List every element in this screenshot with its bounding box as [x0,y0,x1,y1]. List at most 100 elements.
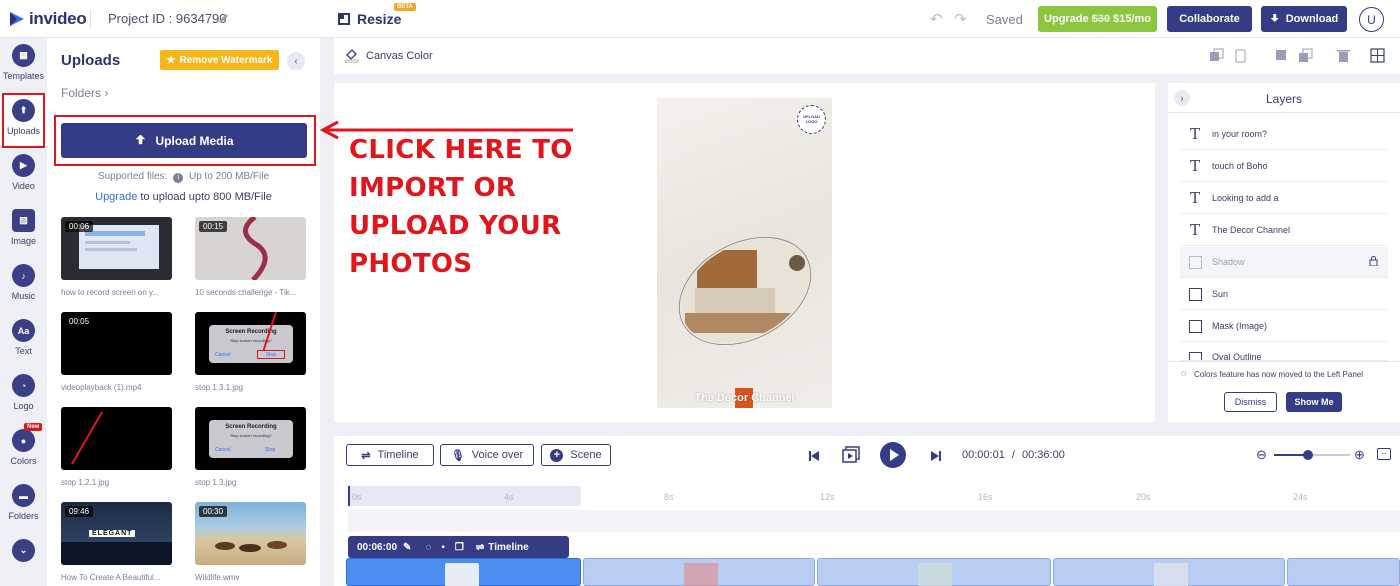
rail-item-music[interactable]: ♪ Music [0,258,47,310]
scene-duration: 00:06:00 [357,541,398,553]
resize-button[interactable]: Resize [338,11,401,27]
scene-timeline-label[interactable]: Timeline [488,542,528,553]
zoom-slider-handle[interactable] [1303,450,1313,460]
info-icon: i [173,173,184,183]
rail-item-folders[interactable]: ▬ Folders [0,478,47,530]
trash-icon[interactable] [1336,48,1351,63]
new-badge: New [24,423,43,431]
media-thumbnail[interactable]: 00:15 [195,217,306,280]
thumb-elegant-text: ELEGANT [89,530,136,537]
bring-forward-icon[interactable] [1274,48,1289,63]
layer-item[interactable]: Oval Outline [1180,343,1388,361]
layer-item[interactable]: T in your room? [1180,119,1388,150]
layer-item[interactable]: T Looking to add a [1180,183,1388,214]
upgrade-link[interactable]: Upgrade [95,191,137,203]
scene-clip[interactable] [1053,558,1285,586]
folders-label: Folders [61,86,102,100]
edit-duration-icon[interactable]: ✎ [403,542,411,553]
edit-pencil-icon[interactable] [218,12,230,24]
callout-line: UPLOAD YOUR [349,211,562,241]
rail-expand[interactable]: ⌄ [0,533,47,585]
media-thumbnail[interactable]: 00:30 [195,502,306,565]
canvas-color-button[interactable]: Canvas Color [344,48,433,63]
scene-clip[interactable] [1287,558,1400,586]
download-icon [1270,14,1279,22]
scene-clip[interactable] [583,558,815,586]
duplicate-scene-icon[interactable]: ❐ [455,542,464,553]
zoom-out-icon[interactable]: ⊖ [1256,447,1267,463]
chevron-down-icon: ⌄ [12,539,35,562]
upgrade-button[interactable]: Upgrade $30 $15/mo [1038,6,1157,32]
transition-icon[interactable]: ◌ [425,542,431,553]
layer-label: Mask (Image) [1212,321,1268,331]
delete-scene-icon[interactable]: ▪ [441,542,445,553]
ruler-tick: 12s [820,492,835,502]
timeline-icon: ⇌ [361,449,371,462]
folders-link[interactable]: Folders › [61,86,108,100]
rail-item-video[interactable]: ▶ Video [0,148,47,200]
scene-clip[interactable] [817,558,1051,586]
thumb-caption: 10 seconds challenge - Tik... [195,288,297,297]
redo-icon[interactable]: ↷ [954,10,967,28]
layer-label: Looking to add a [1212,193,1279,203]
layers-panel: › Layers T in your room? T touch of Boho… [1168,83,1400,422]
fit-timeline-icon[interactable]: ↔ [1377,448,1391,460]
preview-scene-icon[interactable] [842,446,860,464]
skip-back-icon[interactable] [808,450,820,462]
rail-item-logo[interactable]: ◔ Logo [0,368,47,420]
playhead[interactable] [348,486,350,506]
avatar[interactable]: U [1359,7,1384,32]
paste-icon[interactable] [1233,48,1248,63]
skip-forward-icon[interactable] [930,450,942,462]
voice-over-button[interactable]: 🎙 Voice over [440,444,534,466]
send-backward-icon[interactable] [1298,48,1313,63]
invideo-logo[interactable]: invideo [8,9,87,29]
ruler-tick: 8s [664,492,674,502]
thumb-duration: 00:05 [65,316,94,327]
remove-watermark-button[interactable]: ★ Remove Watermark [160,50,279,70]
layer-item[interactable]: Mask (Image) [1180,311,1388,342]
collaborate-button[interactable]: Collaborate [1167,6,1252,32]
media-thumbnail[interactable] [61,407,172,470]
grid-icon[interactable] [1370,48,1385,63]
ruler-tick: 16s [978,492,993,502]
download-button[interactable]: Download [1261,6,1347,32]
rail-item-text[interactable]: Aa Text [0,313,47,365]
layer-item[interactable]: Sun [1180,279,1388,310]
media-thumbnail[interactable]: 00:06 [61,217,172,280]
audio-track[interactable] [348,510,1400,532]
undo-icon[interactable]: ↶ [930,10,943,28]
rail-item-templates[interactable]: ▦ Templates [0,38,47,90]
media-thumbnail[interactable]: Screen Recording Stop screen recording? … [195,407,306,470]
lock-icon[interactable] [1369,256,1378,266]
scene-clip[interactable] [346,558,581,586]
upload-media-button[interactable]: Upload Media [61,123,307,158]
zoom-in-icon[interactable]: ⊕ [1354,447,1365,463]
ruler-tick: 0s [352,492,362,502]
media-thumbnail[interactable]: 00:05 [61,312,172,375]
media-thumbnail[interactable]: ELEGANT 09:46 [61,502,172,565]
zoom-slider[interactable] [1274,450,1350,460]
time-readout: 00:00:01 / 00:36:00 [962,449,1065,461]
video-canvas[interactable]: UPLOAD LOGO The Decor Channel [657,98,832,408]
timeline-button-label: Timeline [377,449,419,461]
layer-item[interactable]: T touch of Boho [1180,151,1388,182]
play-button[interactable] [880,442,906,468]
ruler-selection [348,486,581,506]
layer-item[interactable]: T The Decor Channel [1180,215,1388,246]
show-me-button[interactable]: Show Me [1286,392,1342,412]
thumb-dialog-stop: Stop [265,447,276,453]
collapse-panel-icon[interactable]: ‹ [287,52,305,70]
callout-line: CLICK HERE TO [349,135,573,165]
layer-item[interactable]: Shadow [1180,247,1388,278]
timeline-button[interactable]: ⇌ Timeline [346,444,434,466]
thumb-duration: 09:46 [65,506,94,517]
rail-item-colors[interactable]: ● New Colors [0,423,47,475]
thumb-dialog-cancel: Cancel [215,352,231,358]
scene-button[interactable]: + Scene [541,444,611,466]
dismiss-button[interactable]: Dismiss [1224,392,1277,412]
rail-item-image[interactable]: ▨ Image [0,203,47,255]
media-thumbnail[interactable]: Screen Recording Stop screen recording? … [195,312,306,375]
timeline-ruler[interactable]: 0s 4s 8s 12s 16s 20s 24s [348,486,1400,506]
duplicate-icon[interactable] [1209,48,1224,63]
